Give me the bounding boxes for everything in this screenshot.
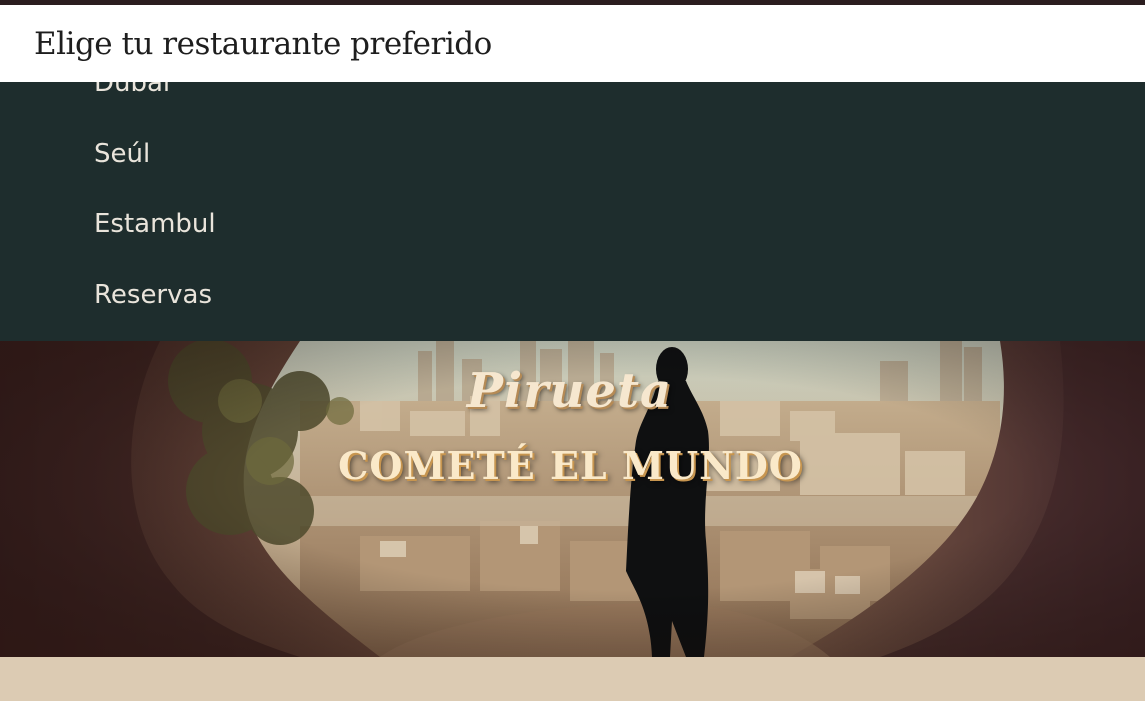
page: Elige tu restaurante preferido Dubai Seú… (0, 0, 1145, 701)
dropdown-menu: Dubai Seúl Estambul Reservas (0, 82, 1145, 341)
brand-logo: Pirueta (466, 363, 673, 419)
hero-banner: Pirueta COMETÉ EL MUNDO (0, 341, 1145, 657)
restaurant-selector-label: Elige tu restaurante preferido (34, 25, 492, 62)
menu-item-seul[interactable]: Seúl (94, 139, 150, 169)
menu-item-estambul[interactable]: Estambul (94, 209, 216, 239)
hero-tagline: COMETÉ EL MUNDO (338, 443, 803, 488)
menu-item-dubai[interactable]: Dubai (94, 82, 170, 98)
content-band (0, 657, 1145, 701)
restaurant-selector[interactable]: Elige tu restaurante preferido (0, 5, 1145, 82)
menu-item-reservas[interactable]: Reservas (94, 280, 212, 310)
